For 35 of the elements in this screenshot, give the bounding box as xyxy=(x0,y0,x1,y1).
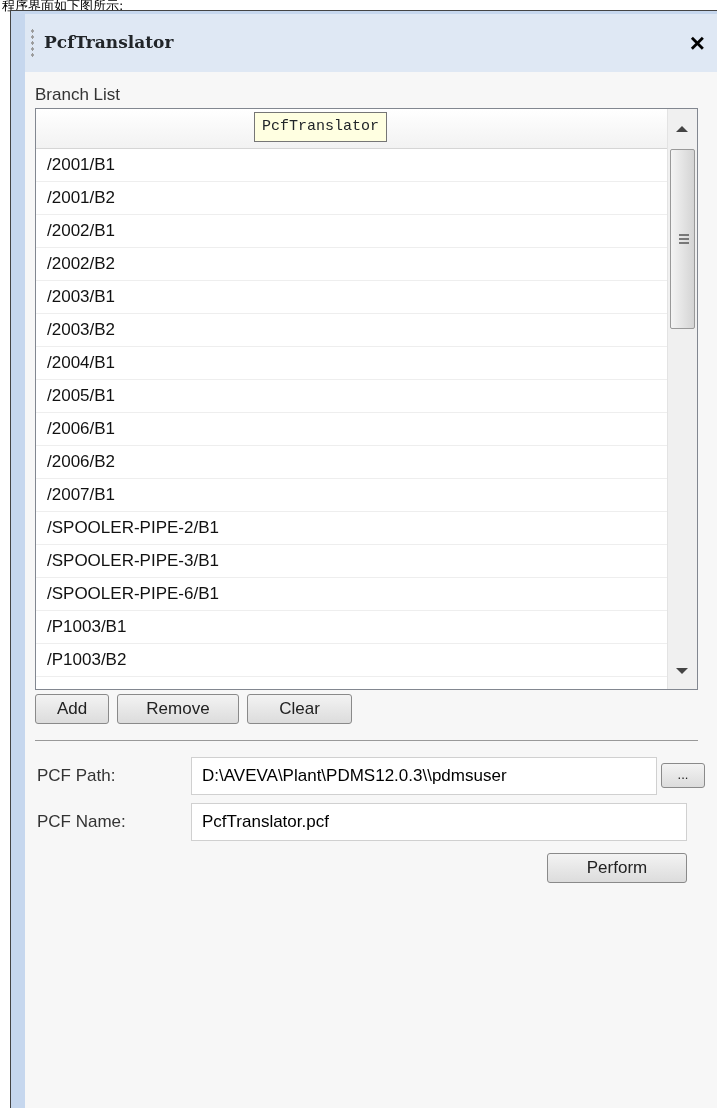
list-item[interactable]: /2003/B2 xyxy=(47,316,116,343)
field-label: PCF Path: xyxy=(37,764,117,787)
branch-list-label: Branch List xyxy=(34,84,122,106)
list-item[interactable]: /SPOOLER-PIPE-6/B1 xyxy=(47,580,219,607)
list-item[interactable]: /2005/B1 xyxy=(47,382,116,409)
list-item[interactable]: /2007/B1 xyxy=(47,481,116,508)
browse-button[interactable]: ... xyxy=(661,763,705,789)
grip-icon[interactable] xyxy=(31,28,34,58)
input-field[interactable]: PcfTranslator.pcf xyxy=(191,802,687,841)
list-item[interactable]: /2006/B2 xyxy=(47,448,116,475)
scroll-down-icon[interactable] xyxy=(676,666,688,675)
scroll-thumb[interactable] xyxy=(670,148,695,329)
list-item[interactable]: /P1003/B2 xyxy=(47,646,127,673)
list-button[interactable]: Remove xyxy=(117,693,239,724)
list-item[interactable]: /P1003/B1 xyxy=(47,613,127,640)
window-title: PcfTranslator xyxy=(44,31,174,55)
list-item[interactable]: /2002/B2 xyxy=(47,250,116,277)
list-item[interactable]: /2003/B1 xyxy=(47,283,116,310)
list-button[interactable]: Add xyxy=(35,693,109,724)
field-label: PCF Name: xyxy=(37,810,127,833)
input-field[interactable]: D:\AVEVA\Plant\PDMS12.0.3\\pdmsuser xyxy=(191,756,657,795)
list-item[interactable]: /2004/B1 xyxy=(47,349,116,376)
list-item[interactable]: /2006/B1 xyxy=(47,415,116,442)
tooltip: PcfTranslator xyxy=(254,111,388,142)
scroll-up-icon[interactable] xyxy=(676,124,688,133)
close-button[interactable]: × xyxy=(689,30,705,56)
list-item[interactable]: /2002/B1 xyxy=(47,217,116,244)
scrollbar[interactable] xyxy=(667,108,697,689)
grip-icon xyxy=(679,233,689,244)
list-button[interactable]: Clear xyxy=(247,693,352,724)
perform-button[interactable]: Perform xyxy=(547,852,687,883)
list-item[interactable]: /2001/B2 xyxy=(47,184,116,211)
list-item[interactable]: /SPOOLER-PIPE-3/B1 xyxy=(47,547,219,574)
list-item[interactable]: /2001/B1 xyxy=(47,151,116,178)
list-item[interactable]: /SPOOLER-PIPE-2/B1 xyxy=(47,514,219,541)
